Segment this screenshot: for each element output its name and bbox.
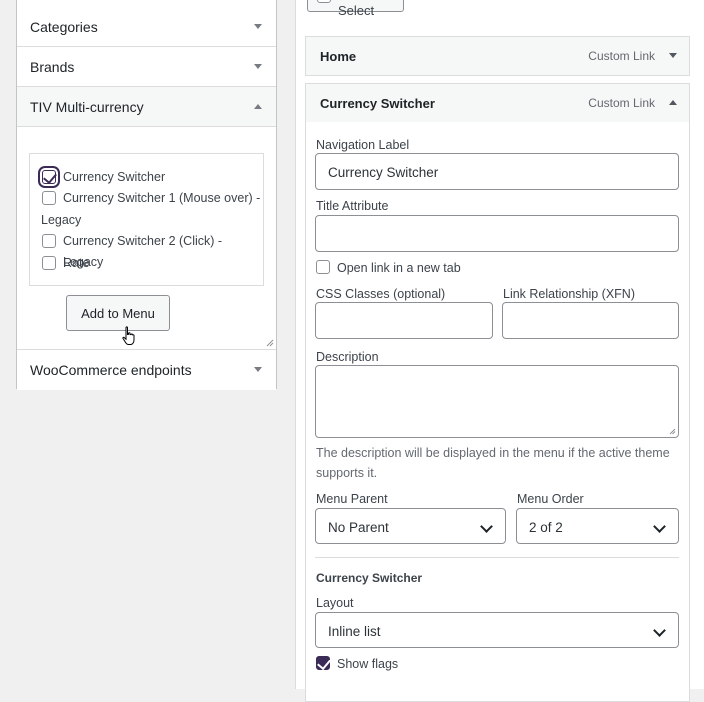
checkbox-currency-switcher-2[interactable] <box>42 234 56 248</box>
chevron-down-icon <box>653 624 666 637</box>
currency-switcher-label: Currency Switcher <box>63 170 166 184</box>
xfn-input[interactable] <box>502 302 679 339</box>
bulk-select-button[interactable]: Bulk Select <box>307 0 404 18</box>
menu-item-cs-type: Custom Link <box>588 96 655 110</box>
resize-handle-icon[interactable] <box>266 339 274 347</box>
description-note-line1: The description will be displayed in the… <box>316 446 670 460</box>
hand-cursor-icon <box>122 326 135 345</box>
currency-switcher-1-label-cont: Legacy <box>41 213 82 227</box>
chevron-up-icon[interactable] <box>669 100 677 105</box>
currency-switcher-2-label: Currency Switcher 2 (Click) - Legacy <box>63 234 223 269</box>
checkmark-icon <box>317 655 331 671</box>
section-categories-label: Categories <box>30 19 98 35</box>
menu-order-value: 2 of 2 <box>529 520 563 535</box>
layout-select[interactable]: Inline list <box>315 612 679 648</box>
checkbox-currency-switcher-1[interactable] <box>42 191 56 205</box>
section-tiv-multi-currency[interactable]: TIV Multi-currency <box>17 87 276 127</box>
description-textarea[interactable] <box>315 365 679 438</box>
nav-label-value: Currency Switcher <box>328 165 439 180</box>
xfn-label: Link Relationship (XFN) <box>503 287 635 301</box>
title-attribute-input[interactable] <box>315 215 679 252</box>
chevron-up-icon <box>254 104 262 109</box>
menu-item-currency-switcher[interactable]: Currency Switcher Custom Link <box>305 83 690 123</box>
show-flags-checkbox[interactable] <box>316 655 331 671</box>
section-tiv-label: TIV Multi-currency <box>30 99 144 115</box>
checkbox-currency-switcher[interactable] <box>42 169 57 185</box>
menu-item-home[interactable]: Home Custom Link <box>305 36 690 76</box>
bulk-select-checkbox[interactable] <box>317 0 331 3</box>
resize-handle-icon[interactable] <box>669 428 676 435</box>
currency-items-list: Currency Switcher Currency Switcher 1 (M… <box>29 153 264 286</box>
section-categories[interactable]: Categories <box>17 7 276 47</box>
currency-switcher-section-title: Currency Switcher <box>316 571 423 585</box>
section-woo-label: WooCommerce endpoints <box>30 362 192 378</box>
add-menu-items-panel: Categories Brands TIV Multi-currency Cur… <box>16 0 277 390</box>
description-label: Description <box>316 350 379 364</box>
menu-order-label: Menu Order <box>517 492 584 506</box>
layout-value: Inline list <box>328 624 381 639</box>
description-note-line2: supports it. <box>316 466 378 480</box>
rate-label: Rate <box>63 256 90 270</box>
open-new-tab-checkbox[interactable] <box>316 260 330 274</box>
add-to-menu-button[interactable]: Add to Menu <box>66 295 170 331</box>
chevron-down-icon[interactable] <box>669 53 677 58</box>
css-classes-input[interactable] <box>315 302 493 339</box>
chevron-down-icon <box>480 520 493 533</box>
layout-label: Layout <box>316 596 354 610</box>
tiv-section-body: Currency Switcher Currency Switcher 1 (M… <box>17 126 276 350</box>
section-brands-label: Brands <box>30 59 75 75</box>
open-new-tab-label: Open link in a new tab <box>337 261 461 275</box>
menu-item-cs-title: Currency Switcher <box>320 96 435 111</box>
chevron-down-icon <box>254 24 262 29</box>
css-classes-label: CSS Classes (optional) <box>316 287 446 301</box>
checkbox-rate[interactable] <box>42 256 56 270</box>
menu-order-select[interactable]: 2 of 2 <box>516 508 679 544</box>
currency-switcher-1-label: Currency Switcher 1 (Mouse over) - <box>63 191 261 205</box>
nav-label-input[interactable]: Currency Switcher <box>315 153 679 190</box>
menu-parent-select[interactable]: No Parent <box>315 508 506 544</box>
chevron-down-icon <box>653 520 666 533</box>
chevron-down-icon <box>254 64 262 69</box>
divider <box>315 557 679 558</box>
checkmark-icon <box>43 169 57 185</box>
title-attribute-label: Title Attribute <box>316 199 389 213</box>
menu-parent-label: Menu Parent <box>316 492 388 506</box>
section-brands[interactable]: Brands <box>17 47 276 87</box>
bulk-select-label: Bulk Select <box>338 0 375 18</box>
menu-item-home-type: Custom Link <box>588 49 655 63</box>
nav-label-label: Navigation Label <box>316 138 410 152</box>
menu-parent-value: No Parent <box>328 520 389 535</box>
chevron-down-icon <box>254 367 262 372</box>
show-flags-label: Show flags <box>337 657 399 671</box>
section-woocommerce-endpoints[interactable]: WooCommerce endpoints <box>17 350 276 390</box>
menu-item-home-title: Home <box>320 49 357 64</box>
